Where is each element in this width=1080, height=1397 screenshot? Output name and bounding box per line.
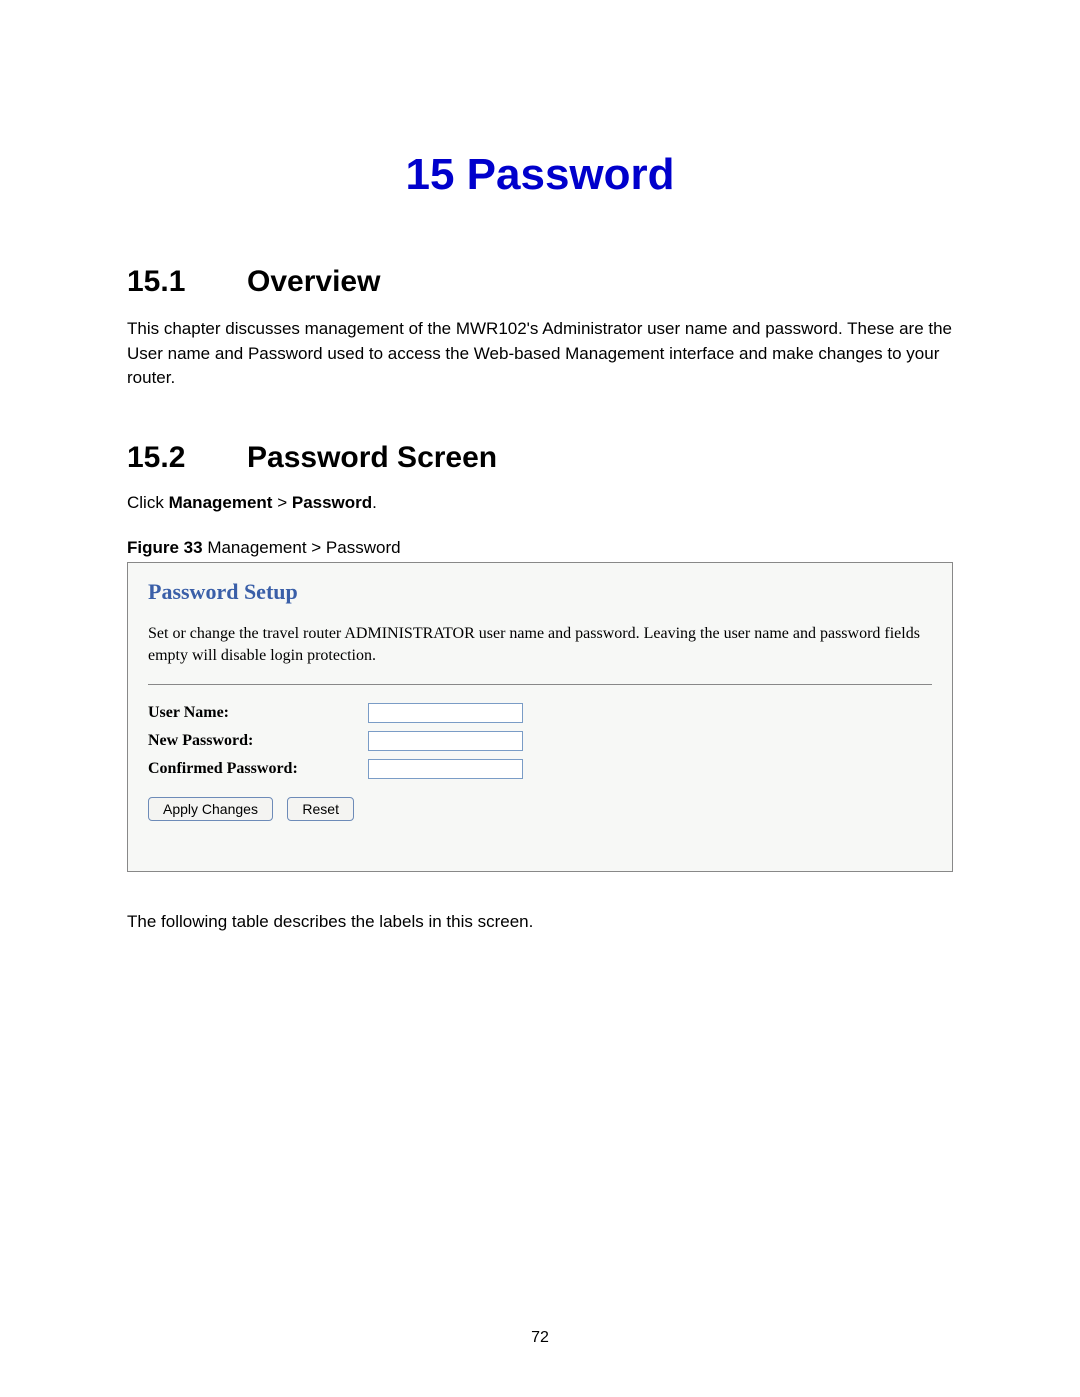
chapter-number: 15 <box>405 150 454 199</box>
username-input[interactable] <box>368 703 523 723</box>
new-password-input[interactable] <box>368 731 523 751</box>
figure-label: Figure 33 <box>127 538 203 557</box>
instruction-suffix: . <box>372 493 377 512</box>
form-row-confirmed-password: Confirmed Password: <box>148 759 932 779</box>
confirmed-password-label: Confirmed Password: <box>148 760 368 778</box>
reset-button[interactable]: Reset <box>287 797 354 821</box>
instruction-management: Management <box>169 493 273 512</box>
instruction-password: Password <box>292 493 372 512</box>
chapter-name: Password <box>467 150 675 199</box>
section-title: Password Screen <box>247 441 497 474</box>
instruction-text: Click Management > Password. <box>127 493 953 513</box>
overview-body: This chapter discusses management of the… <box>127 317 953 391</box>
footer-text: The following table describes the labels… <box>127 912 953 932</box>
apply-changes-button[interactable]: Apply Changes <box>148 797 273 821</box>
section-heading-overview: 15.1Overview <box>127 265 953 299</box>
password-setup-description: Set or change the travel router ADMINIST… <box>148 623 932 668</box>
new-password-label: New Password: <box>148 732 368 750</box>
section-title: Overview <box>247 265 380 298</box>
figure-screenshot: Password Setup Set or change the travel … <box>127 562 953 872</box>
confirmed-password-input[interactable] <box>368 759 523 779</box>
button-row: Apply Changes Reset <box>148 797 932 821</box>
chapter-title: 15 Password <box>127 150 953 200</box>
password-setup-title: Password Setup <box>148 579 932 605</box>
section-heading-password-screen: 15.2Password Screen <box>127 441 953 475</box>
figure-title: Management > Password <box>203 538 401 557</box>
figure-caption: Figure 33 Management > Password <box>127 538 953 558</box>
section-number: 15.2 <box>127 441 247 475</box>
form-row-username: User Name: <box>148 703 932 723</box>
divider <box>148 684 932 685</box>
section-number: 15.1 <box>127 265 247 299</box>
instruction-sep: > <box>272 493 291 512</box>
form-row-new-password: New Password: <box>148 731 932 751</box>
page-number: 72 <box>0 1329 1080 1347</box>
instruction-prefix: Click <box>127 493 169 512</box>
username-label: User Name: <box>148 704 368 722</box>
